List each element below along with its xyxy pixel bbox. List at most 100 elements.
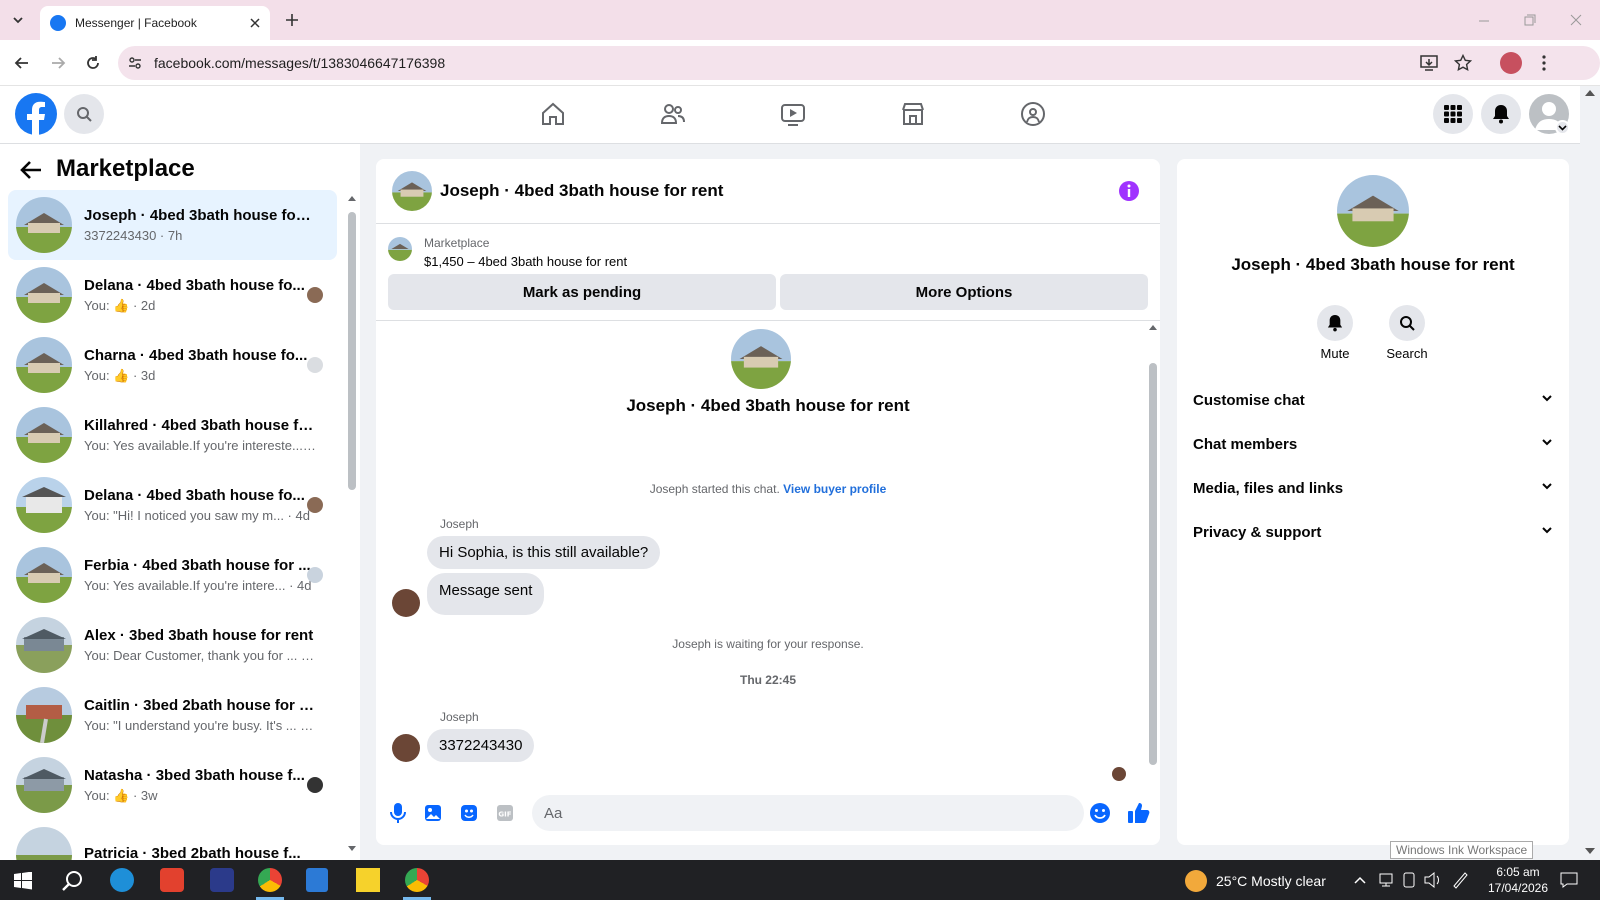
- chrome-profile-icon[interactable]: [405, 868, 429, 892]
- sticker-icon[interactable]: [460, 804, 478, 822]
- search-in-chat-button[interactable]: [1389, 305, 1425, 341]
- restore-icon[interactable]: [1524, 14, 1536, 26]
- back-arrow-icon[interactable]: [20, 160, 42, 180]
- marketplace-icon[interactable]: [900, 101, 926, 127]
- chevron-up-icon[interactable]: [1354, 876, 1366, 884]
- message-input[interactable]: Aa: [532, 795, 1084, 831]
- microphone-icon[interactable]: [390, 803, 406, 823]
- app-icon[interactable]: [160, 868, 184, 892]
- browser-tab[interactable]: Messenger | Facebook: [40, 6, 270, 40]
- more-options-button[interactable]: More Options: [780, 274, 1148, 310]
- weather-text: Mostly clear: [1251, 873, 1326, 889]
- scroll-thumb[interactable]: [348, 212, 356, 490]
- conversation-item[interactable]: Delana · 4bed 3bath house fo... You: 👍 · …: [8, 260, 337, 330]
- account-dropdown-badge[interactable]: [1555, 120, 1570, 135]
- conversation-item[interactable]: Caitlin · 3bed 2bath house for re... You:…: [8, 680, 337, 750]
- divider: [376, 320, 1160, 321]
- close-tab-icon[interactable]: [250, 18, 260, 28]
- forward-icon[interactable]: [50, 55, 66, 71]
- chat-avatar[interactable]: [392, 171, 432, 211]
- sender-avatar[interactable]: [392, 589, 420, 617]
- conversation-item[interactable]: Natasha · 3bed 3bath house f... You: 👍 · …: [8, 750, 337, 820]
- section-chat-members[interactable]: Chat members: [1193, 436, 1553, 453]
- like-icon[interactable]: [1127, 801, 1151, 825]
- friends-icon[interactable]: [660, 101, 686, 127]
- pen-ink-icon[interactable]: [1451, 871, 1469, 889]
- message-bubble[interactable]: Message sent: [427, 573, 545, 615]
- section-privacy-support[interactable]: Privacy & support: [1193, 524, 1553, 541]
- scroll-up-icon[interactable]: [1585, 90, 1595, 96]
- photo-icon[interactable]: [424, 804, 442, 822]
- tab-list-button[interactable]: [6, 8, 30, 32]
- conversation-item[interactable]: Delana · 4bed 3bath house fo... You: "Hi!…: [8, 470, 337, 540]
- conversation-item[interactable]: Killahred · 4bed 3bath house for... You: …: [8, 400, 337, 470]
- home-icon[interactable]: [540, 101, 566, 127]
- conversation-name: Patricia · 3bed 2bath house f...: [84, 844, 301, 861]
- network-icon[interactable]: [1378, 872, 1394, 888]
- groups-icon[interactable]: [1020, 101, 1046, 127]
- scroll-down-icon[interactable]: [1585, 848, 1595, 854]
- weather-widget[interactable]: 25°C Mostly clear: [1216, 873, 1326, 889]
- conversation-item[interactable]: Alex · 3bed 3bath house for rent You: Dea…: [8, 610, 337, 680]
- conversation-item[interactable]: Ferbia · 4bed 3bath house for ... You: Ye…: [8, 540, 337, 610]
- conversation-list-scrollbar[interactable]: [345, 190, 359, 860]
- scroll-down-icon[interactable]: [348, 846, 356, 851]
- search-icon[interactable]: [61, 870, 83, 892]
- back-icon[interactable]: [14, 55, 30, 71]
- weather-moon-icon[interactable]: [1185, 870, 1207, 892]
- message-bubble[interactable]: 3372243430: [427, 729, 535, 762]
- clock[interactable]: 6:05 am 17/04/2026: [1478, 864, 1558, 896]
- browser-menu-icon[interactable]: [1542, 55, 1546, 71]
- volume-icon[interactable]: [1424, 872, 1442, 888]
- notification-center-icon[interactable]: [1560, 872, 1578, 888]
- page-scrollbar[interactable]: [1580, 86, 1600, 860]
- section-media-files-links[interactable]: Media, files and links: [1193, 480, 1553, 497]
- profile-avatar[interactable]: [1500, 52, 1522, 74]
- emoji-icon[interactable]: [1089, 802, 1111, 824]
- menu-button[interactable]: [1433, 94, 1473, 134]
- search-button[interactable]: [64, 94, 104, 134]
- bell-icon: [1327, 315, 1343, 332]
- message-list-scrollbar[interactable]: [1146, 321, 1160, 783]
- info-icon[interactable]: [1118, 180, 1140, 202]
- view-buyer-profile-link[interactable]: View buyer profile: [783, 482, 886, 496]
- scroll-up-icon[interactable]: [348, 196, 356, 201]
- gif-icon[interactable]: GIF: [496, 804, 514, 822]
- message-bubble[interactable]: Hi Sophia, is this still available?: [427, 536, 661, 569]
- notifications-button[interactable]: [1481, 94, 1521, 134]
- app-icon[interactable]: [210, 868, 234, 892]
- install-app-icon[interactable]: [1420, 54, 1438, 72]
- windows-start-icon[interactable]: [14, 872, 32, 890]
- edge-icon[interactable]: [110, 868, 134, 892]
- chat-title[interactable]: Joseph · 4bed 3bath house for rent: [440, 181, 723, 201]
- listing-source: Marketplace: [424, 236, 490, 250]
- video-icon[interactable]: [780, 101, 806, 127]
- section-customise-chat[interactable]: Customise chat: [1193, 392, 1553, 409]
- minimize-icon[interactable]: [1478, 15, 1490, 27]
- url-bar[interactable]: facebook.com/messages/t/1383046647176398: [118, 46, 1600, 80]
- browser-address-bar: facebook.com/messages/t/1383046647176398: [0, 40, 1600, 86]
- mark-pending-button[interactable]: Mark as pending: [388, 274, 776, 310]
- meet-now-icon[interactable]: [1402, 872, 1416, 888]
- conversation-item[interactable]: Charna · 4bed 3bath house fo... You: 👍 · …: [8, 330, 337, 400]
- site-settings-icon[interactable]: [128, 56, 142, 70]
- temperature: 25°C: [1216, 873, 1248, 889]
- listing-thumbnail: [16, 477, 72, 533]
- reload-icon[interactable]: [85, 55, 101, 71]
- listing-title[interactable]: $1,450 – 4bed 3bath house for rent: [424, 254, 627, 269]
- chrome-icon[interactable]: [258, 868, 282, 892]
- sticky-notes-icon[interactable]: [356, 868, 380, 892]
- bookmark-star-icon[interactable]: [1454, 54, 1472, 72]
- calculator-icon[interactable]: [306, 868, 328, 892]
- listing-thumbnail[interactable]: [388, 237, 412, 261]
- listing-thumbnail: [16, 337, 72, 393]
- scroll-thumb[interactable]: [1149, 363, 1157, 765]
- new-tab-icon[interactable]: [285, 13, 299, 27]
- conversation-item[interactable]: Patricia · 3bed 2bath house f...: [8, 820, 337, 860]
- mute-button[interactable]: [1317, 305, 1353, 341]
- scroll-up-icon[interactable]: [1149, 325, 1157, 330]
- conversation-item[interactable]: Joseph · 4bed 3bath house for r... 337224…: [8, 190, 337, 260]
- sender-avatar[interactable]: [392, 734, 420, 762]
- facebook-logo-icon[interactable]: [15, 93, 57, 135]
- close-window-icon[interactable]: [1570, 14, 1582, 26]
